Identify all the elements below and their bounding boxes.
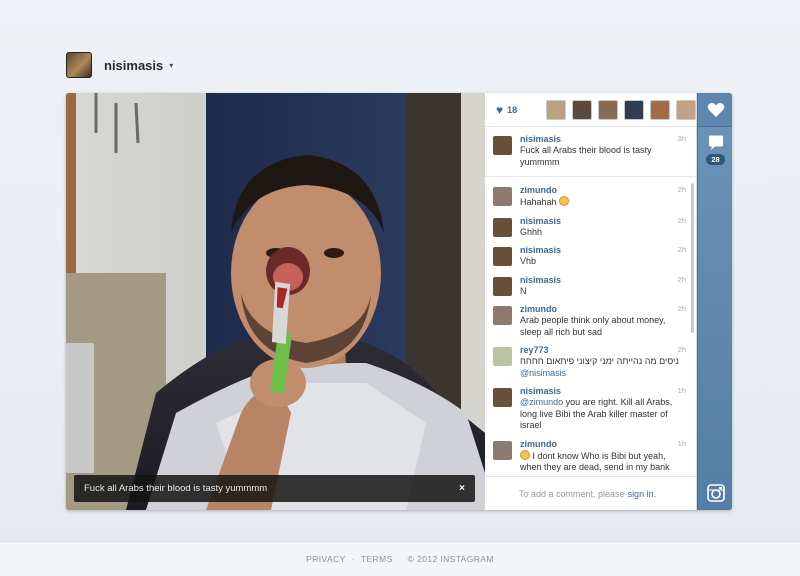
close-icon[interactable]: × [459, 483, 465, 494]
comment-text: Fuck all Arabs their blood is tasty yumm… [520, 145, 688, 168]
smiley-emoji-icon [520, 449, 530, 460]
comment-text: I dont know Who is Bibi but yeah, when t… [520, 449, 688, 474]
comment-username[interactable]: nisimasis [520, 245, 561, 255]
comment-count-badge: 28 [706, 154, 725, 165]
footer-separator: · [351, 554, 355, 564]
likes-count: 18 [507, 104, 518, 115]
comment-username[interactable]: nisimasis [520, 216, 561, 226]
heart-icon: ♥ [496, 102, 504, 117]
comment-item: nisimasis 2h Ghhh [485, 209, 696, 239]
instagram-logo-button[interactable] [698, 476, 732, 510]
comment-text-body: I dont know Who is Bibi but yeah, when t… [520, 450, 670, 473]
comment-item: nisimasis 2h N [485, 268, 696, 298]
comment-text: N [520, 286, 688, 298]
comment-item: rey773 2h ניסים מה נהייתה ימני קיצוני פיתא… [485, 338, 696, 379]
comment-avatar[interactable] [493, 388, 512, 407]
like-button[interactable] [698, 93, 732, 127]
comment-username[interactable]: rey773 [520, 345, 549, 355]
comment-text-body: ניסים מה נהייתה ימני קיצוני פיתאום חחחח [520, 356, 679, 366]
comment-timestamp: 2h [677, 345, 686, 354]
comment-avatar[interactable] [493, 276, 512, 296]
liker-avatar[interactable] [546, 99, 566, 120]
comment-timestamp: 2h [677, 215, 686, 225]
comment-avatar[interactable] [493, 247, 512, 266]
smiley-emoji-icon [559, 196, 570, 206]
comment-item: zimundo 2h Arab people think only about mo… [485, 297, 696, 338]
comment-text-body: Arab people think only about money, slee… [520, 315, 666, 337]
comment-avatar[interactable] [493, 217, 512, 237]
chevron-down-icon[interactable]: ▾ [169, 61, 173, 70]
comment-username[interactable]: nisimasis [520, 134, 561, 144]
comment-text: Arab people think only about money, slee… [520, 315, 688, 338]
photo-caption: Fuck all Arabs their blood is tasty yumm… [84, 483, 268, 494]
camera-icon [706, 484, 725, 502]
comment-avatar[interactable] [493, 306, 512, 325]
comment-timestamp: 2h [677, 274, 686, 284]
copyright: © 2012 INSTAGRAM [407, 554, 494, 564]
liker-avatar[interactable] [624, 99, 644, 120]
comment-username[interactable]: nisimasis [520, 275, 561, 285]
comment-button[interactable]: 28 [698, 128, 732, 172]
post-photo: Fuck all Arabs their blood is tasty yumm… [66, 93, 485, 510]
terms-link[interactable]: TERMS [361, 554, 393, 564]
comments-panel: ♥ 18 nisimasis 3h Fuck all Arabs their blo… [485, 93, 697, 510]
comment-timestamp: 2h [677, 185, 686, 194]
comment-item: nisimasis 2h Vhb [485, 238, 696, 268]
comment-item: nisimasis 3h Fuck all Arabs their blood is… [485, 127, 696, 177]
comment-text-body: Vhb [520, 256, 537, 266]
liker-avatar[interactable] [650, 99, 670, 120]
comment-mention[interactable]: @nisimasis [520, 368, 688, 380]
comment-timestamp: 2h [677, 304, 686, 313]
profile-username[interactable]: nisimasis [104, 58, 163, 73]
comment-mention[interactable]: @zimundo [520, 397, 563, 407]
photo-image [66, 93, 485, 510]
comment-avatar[interactable] [493, 440, 512, 460]
liker-avatar[interactable] [676, 99, 696, 120]
photo-caption-bar: Fuck all Arabs their blood is tasty yumm… [74, 475, 475, 502]
comment-username[interactable]: zimundo [520, 439, 557, 449]
comments-scrollbar[interactable] [691, 183, 694, 333]
comment-avatar[interactable] [493, 136, 512, 155]
comment-username[interactable]: zimundo [520, 185, 557, 195]
profile-avatar[interactable] [66, 52, 92, 78]
comment-timestamp: 1h [677, 386, 686, 395]
comment-timestamp: 3h [677, 134, 686, 143]
likes-bar: ♥ 18 [485, 93, 696, 127]
comment-text: Ghhh [520, 227, 688, 239]
action-rail: 28 [697, 93, 732, 510]
footer: PRIVACY · TERMS © 2012 INSTAGRAM [0, 541, 800, 576]
comment-text: ניסים מה נהייתה ימני קיצוני פיתאום חחחח @… [520, 356, 688, 379]
likers-list [540, 99, 696, 120]
add-comment-bar: To add a comment, please sign in. [485, 476, 696, 510]
privacy-link[interactable]: PRIVACY [306, 554, 346, 564]
heart-icon [707, 102, 724, 117]
comment-avatar[interactable] [493, 347, 512, 366]
comment-item: zimundo 2h Hahahah [485, 177, 696, 209]
comment-text-body: Hahahah [520, 197, 557, 207]
comment-timestamp: 1h [677, 438, 686, 448]
comment-text-body: Ghhh [520, 226, 543, 237]
profile-header[interactable]: nisimasis ▾ [66, 52, 173, 78]
comment-text-body: N [520, 285, 527, 296]
comment-text: Hahahah [520, 196, 688, 209]
comment-avatar[interactable] [493, 187, 512, 206]
post-card: Fuck all Arabs their blood is tasty yumm… [66, 93, 732, 510]
comment-list[interactable]: nisimasis 3h Fuck all Arabs their blood is… [485, 127, 696, 477]
liker-avatar[interactable] [598, 99, 618, 120]
likes-summary[interactable]: ♥ 18 [496, 103, 540, 117]
comment-text: @zimundo you are right. Kill all Arabs, … [520, 397, 688, 432]
sign-in-link[interactable]: sign in. [628, 489, 657, 499]
comment-timestamp: 2h [677, 245, 686, 254]
comment-text-body: Fuck all Arabs their blood is tasty yumm… [520, 145, 652, 167]
comment-item: zimundo 1h I dont know Who is Bibi but ye… [485, 432, 696, 474]
liker-avatar[interactable] [572, 99, 592, 120]
comment-username[interactable]: zimundo [520, 304, 557, 314]
comment-username[interactable]: nisimasis [520, 386, 561, 396]
speech-bubble-icon [708, 135, 723, 150]
add-comment-prompt: To add a comment, please [519, 488, 625, 499]
comment-item: nisimasis 1h @zimundo you are right. Kill … [485, 379, 696, 432]
comment-text: Vhb [520, 256, 688, 268]
